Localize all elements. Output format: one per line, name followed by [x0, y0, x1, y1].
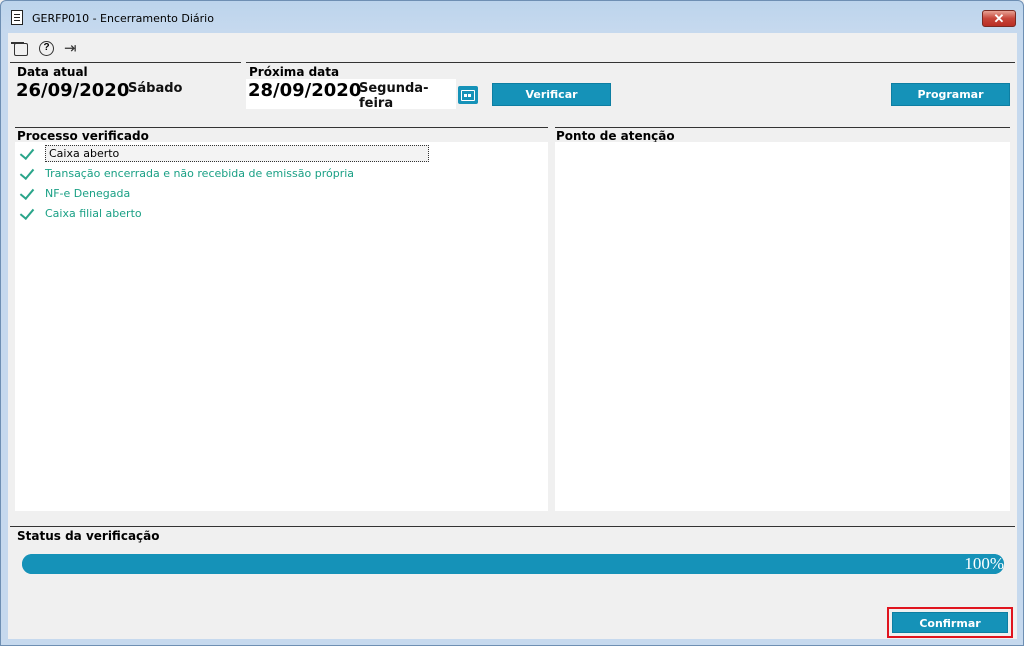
verify-button-label: Verificar	[525, 88, 578, 101]
schedule-button-label: Programar	[917, 88, 984, 101]
help-icon: ?	[39, 41, 54, 56]
check-icon	[19, 165, 39, 181]
toolbar: ? ⇥	[12, 40, 82, 58]
list-item[interactable]: Caixa filial aberto	[19, 204, 142, 222]
divider	[555, 127, 1010, 128]
list-item[interactable]: Caixa aberto	[19, 144, 429, 162]
list-item[interactable]: Transação encerrada e não recebida de em…	[19, 164, 354, 182]
divider	[246, 62, 1015, 63]
client-area: ? ⇥ Data atual 26/09/2020 Sábado Próxima…	[8, 33, 1017, 639]
attention-list[interactable]	[555, 142, 1010, 511]
verify-button[interactable]: Verificar	[492, 83, 611, 106]
confirm-button[interactable]: Confirmar	[892, 612, 1008, 633]
calendar-icon	[14, 43, 28, 56]
title-bar[interactable]: GERFP010 - Encerramento Diário ✕	[1, 1, 1023, 33]
confirm-button-label: Confirmar	[919, 617, 981, 630]
process-label: Caixa filial aberto	[45, 206, 142, 220]
confirm-highlight: Confirmar	[887, 607, 1013, 638]
next-date-label: Próxima data	[249, 65, 340, 79]
check-icon	[19, 205, 39, 221]
next-date-field[interactable]: 28/09/2020 Segunda-feira	[246, 79, 456, 111]
exit-icon: ⇥	[64, 40, 77, 57]
date-picker-button[interactable]	[458, 86, 478, 104]
attention-header: Ponto de atenção	[556, 129, 675, 143]
next-date-value: 28/09/2020	[248, 80, 362, 101]
check-icon	[19, 145, 39, 161]
current-date-value: 26/09/2020	[16, 80, 130, 101]
window-title: GERFP010 - Encerramento Diário	[32, 12, 214, 25]
next-weekday: Segunda-feira	[359, 81, 429, 111]
divider	[10, 526, 1015, 527]
process-header: Processo verificado	[17, 129, 149, 143]
close-button[interactable]: ✕	[982, 10, 1016, 27]
schedule-button[interactable]: Programar	[891, 83, 1010, 106]
list-item[interactable]: NF-e Denegada	[19, 184, 130, 202]
help-toolbar-button[interactable]: ?	[38, 40, 56, 58]
progress-label: 100%	[964, 554, 1004, 573]
calendar-toolbar-button[interactable]	[12, 40, 30, 58]
current-date-label: Data atual	[17, 65, 88, 79]
divider	[10, 62, 241, 63]
document-icon	[11, 10, 23, 25]
process-label: NF-e Denegada	[45, 186, 131, 200]
exit-toolbar-button[interactable]: ⇥	[64, 40, 82, 58]
progress-bar: 100%	[22, 554, 1004, 574]
status-header: Status da verificação	[17, 529, 160, 543]
process-list[interactable]: Caixa aberto Transação encerrada e não r…	[15, 142, 548, 511]
divider	[15, 127, 548, 128]
current-weekday: Sábado	[128, 81, 183, 96]
app-window: GERFP010 - Encerramento Diário ✕ ? ⇥ Dat…	[0, 0, 1024, 646]
check-icon	[19, 185, 39, 201]
process-label: Transação encerrada e não recebida de em…	[45, 166, 355, 180]
process-label: Caixa aberto	[45, 144, 429, 162]
progress-fill	[22, 554, 1004, 574]
